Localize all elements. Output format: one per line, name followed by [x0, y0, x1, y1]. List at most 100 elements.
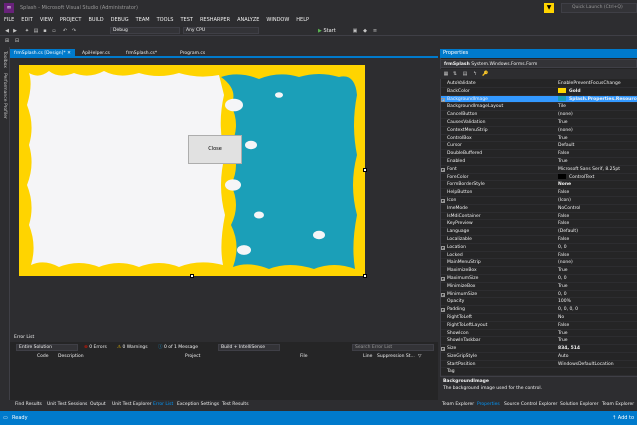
- property-row[interactable]: + Icon (Icon): [441, 197, 637, 205]
- menu-edit[interactable]: EDIT: [21, 17, 33, 23]
- feedback-flag-icon[interactable]: ▼: [544, 3, 554, 13]
- tab-properties[interactable]: Properties: [477, 402, 500, 407]
- tab-unit-test-sessions[interactable]: Unit Test Sessions: [47, 402, 87, 407]
- expand-icon[interactable]: +: [441, 245, 445, 250]
- property-value[interactable]: True: [558, 283, 568, 291]
- expand-icon[interactable]: +: [441, 97, 445, 102]
- property-pages-icon[interactable]: 🔑: [482, 71, 488, 77]
- property-row[interactable]: Cursor Default: [441, 142, 637, 151]
- col-line[interactable]: Line: [363, 354, 372, 359]
- property-row[interactable]: + BackgroundImage Splash.Properties.Resour…: [441, 95, 637, 104]
- tab-team-explorer[interactable]: Team Explorer: [442, 402, 474, 407]
- menu-team[interactable]: TEAM: [136, 17, 150, 23]
- property-value[interactable]: ControlText: [558, 173, 594, 182]
- size-to-grid-icon[interactable]: ⊟: [14, 38, 20, 44]
- col-suppression[interactable]: Suppression St...: [377, 354, 415, 359]
- redo-icon[interactable]: ↷: [71, 28, 77, 34]
- col-file[interactable]: File: [300, 354, 308, 359]
- resize-handle-bottom[interactable]: [190, 274, 194, 278]
- property-value[interactable]: Gold: [558, 87, 581, 96]
- col-description[interactable]: Description: [58, 354, 84, 359]
- breakpoint-icon[interactable]: ◆: [362, 28, 368, 34]
- property-row[interactable]: Opacity 100%: [441, 298, 637, 307]
- property-value[interactable]: EnablePreventFocusChange: [558, 80, 621, 88]
- property-row[interactable]: RightToLeftLayout False: [441, 322, 637, 330]
- property-value[interactable]: False: [558, 150, 569, 158]
- close-button[interactable]: Close: [188, 135, 242, 164]
- col-code[interactable]: Code: [37, 354, 49, 359]
- tab-find-results[interactable]: Find Results: [15, 402, 42, 407]
- configuration-dropdown[interactable]: Debug: [110, 27, 180, 34]
- property-value[interactable]: False: [558, 213, 569, 221]
- property-row[interactable]: AutoValidate EnablePreventFocusChange: [441, 80, 637, 88]
- property-row[interactable]: + Padding 0, 0, 0, 0: [441, 306, 637, 314]
- property-value[interactable]: True: [558, 119, 568, 127]
- events-icon[interactable]: ϟ: [472, 71, 478, 77]
- col-project[interactable]: Project: [185, 354, 200, 359]
- property-row[interactable]: BackColor Gold: [441, 87, 637, 96]
- property-row[interactable]: Localizable False: [441, 236, 637, 244]
- property-value[interactable]: (none): [558, 259, 573, 267]
- property-row[interactable]: Language (Default): [441, 228, 637, 236]
- property-row[interactable]: KeyPreview False: [441, 220, 637, 229]
- close-icon[interactable]: ✕: [67, 51, 71, 56]
- tab-exception-settings[interactable]: Exception Settings: [177, 402, 219, 407]
- property-value[interactable]: (Icon): [558, 197, 571, 205]
- menu-project[interactable]: PROJECT: [60, 17, 82, 23]
- categorized-icon[interactable]: ▦: [443, 71, 449, 77]
- messages-filter-button[interactable]: ⓘ 0 of 1 Message: [158, 344, 198, 352]
- property-value[interactable]: 0, 0: [558, 291, 567, 299]
- property-row[interactable]: ShowInTaskbar True: [441, 337, 637, 346]
- quick-launch-input[interactable]: Quick Launch (Ctrl+Q): [561, 3, 637, 13]
- property-value[interactable]: 100%: [558, 298, 571, 306]
- open-icon[interactable]: ▤: [33, 28, 39, 34]
- error-scope-dropdown[interactable]: Entire Solution: [16, 344, 78, 351]
- property-row[interactable]: + Font Microsoft Sans Serif, 8.25pt: [441, 166, 637, 174]
- property-value[interactable]: NoControl: [558, 205, 580, 213]
- menu-build[interactable]: BUILD: [88, 17, 103, 23]
- expand-icon[interactable]: +: [441, 198, 445, 203]
- menu-analyze[interactable]: ANALYZE: [237, 17, 259, 23]
- property-value[interactable]: 834, 514: [558, 345, 580, 353]
- property-value[interactable]: False: [558, 189, 569, 197]
- resize-handle-right[interactable]: [363, 168, 367, 172]
- attach-icon[interactable]: ▣: [352, 28, 358, 34]
- property-value[interactable]: No: [558, 314, 564, 322]
- start-button[interactable]: ▶ Start: [318, 28, 336, 34]
- property-row[interactable]: ForeColor ControlText: [441, 173, 637, 182]
- property-value[interactable]: (none): [558, 127, 573, 135]
- menu-test[interactable]: TEST: [180, 17, 192, 23]
- expand-icon[interactable]: +: [441, 308, 445, 313]
- expand-icon[interactable]: +: [441, 292, 445, 297]
- property-row[interactable]: IsMdiContainer False: [441, 213, 637, 221]
- menu-view[interactable]: VIEW: [40, 17, 53, 23]
- property-row[interactable]: Enabled True: [441, 158, 637, 166]
- property-value[interactable]: 0, 0, 0, 0: [558, 306, 578, 314]
- menu-resharper[interactable]: RESHARPER: [200, 17, 230, 23]
- property-value[interactable]: Tile: [558, 103, 566, 111]
- property-value[interactable]: True: [558, 330, 568, 338]
- filter-icon[interactable]: ▽: [418, 354, 421, 359]
- tab-solution-explorer[interactable]: Solution Explorer: [560, 402, 599, 407]
- property-row[interactable]: + Location 0, 0: [441, 244, 637, 252]
- property-row[interactable]: + MinimumSize 0, 0: [441, 291, 637, 299]
- resize-handle[interactable]: [363, 274, 367, 278]
- new-project-icon[interactable]: ✦: [24, 28, 30, 34]
- property-row[interactable]: + MaximumSize 0, 0: [441, 275, 637, 283]
- property-value[interactable]: 0, 0: [558, 275, 567, 283]
- tab-output[interactable]: Output: [90, 402, 106, 407]
- tab-frmsplash-code[interactable]: frmSplash.cs*: [122, 49, 161, 58]
- back-icon[interactable]: ◀: [4, 28, 10, 34]
- property-row[interactable]: + Size 834, 514: [441, 345, 637, 353]
- align-grid-icon[interactable]: ⊞: [4, 38, 10, 44]
- tab-source-control-explorer[interactable]: Source Control Explorer: [504, 402, 557, 407]
- property-value[interactable]: False: [558, 220, 569, 228]
- forward-icon[interactable]: ▶: [12, 28, 18, 34]
- save-icon[interactable]: ▪: [42, 28, 48, 34]
- property-value[interactable]: False: [558, 236, 569, 244]
- warnings-filter-button[interactable]: ⚠ 0 Warnings: [117, 344, 148, 352]
- tab-error-list[interactable]: Error List: [153, 402, 173, 407]
- property-value[interactable]: True: [558, 135, 568, 143]
- property-row[interactable]: MinimizeBox True: [441, 283, 637, 291]
- menu-window[interactable]: WINDOW: [266, 17, 289, 23]
